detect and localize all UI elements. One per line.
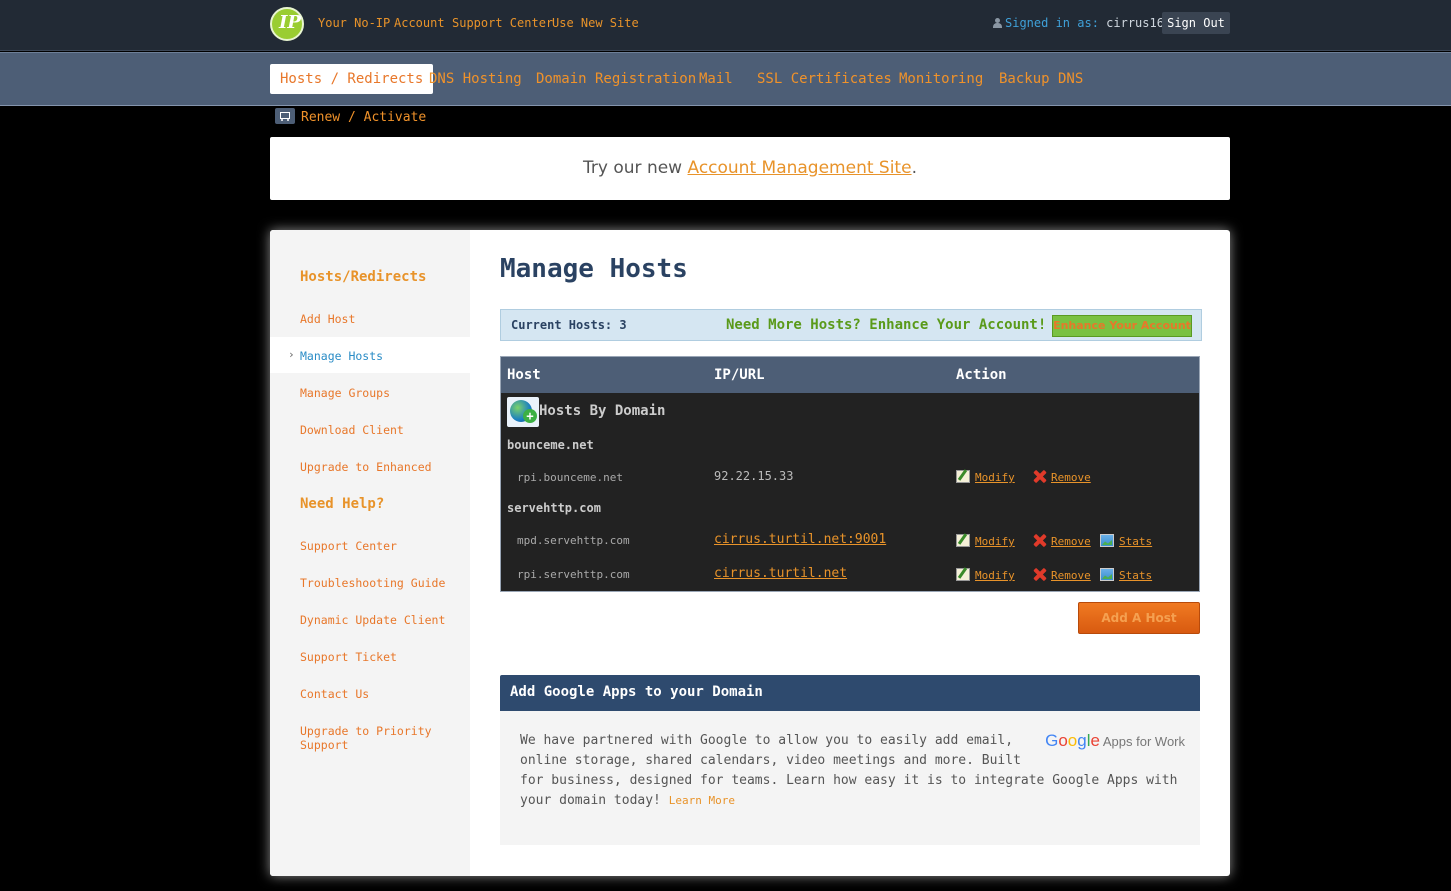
cart-icon	[275, 108, 295, 124]
remove-icon	[1032, 470, 1046, 483]
globe-add-icon	[507, 397, 539, 427]
sidebar-heading-help: Need Help?	[300, 496, 385, 512]
google-apps-title: Add Google Apps to your Domain	[510, 684, 763, 700]
sidebar-heading-hosts: Hosts/Redirects	[300, 269, 427, 285]
account-management-link[interactable]: Account Management Site	[687, 158, 911, 178]
tab-hosts-redirects[interactable]: Hosts / Redirects	[270, 64, 434, 94]
hosts-by-domain-heading: Hosts By Domain	[539, 403, 666, 419]
google-apps-logo: Google Apps for Work	[1045, 731, 1185, 750]
domain-group-label: servehttp.com	[507, 501, 601, 515]
tab-domain-registration[interactable]: Domain Registration	[536, 64, 696, 94]
remove-link[interactable]: Remove	[1032, 534, 1091, 548]
hosts-table: Host IP/URL Action Hosts By Domain bounc…	[500, 356, 1200, 592]
host-name: rpi.bounceme.net	[517, 471, 623, 484]
sidebar-item-troubleshooting[interactable]: Troubleshooting Guide	[300, 576, 445, 590]
column-header-action: Action	[956, 367, 1007, 383]
sidebar: › Hosts/Redirects Add Host Manage Hosts …	[270, 230, 470, 876]
main-panel: › Hosts/Redirects Add Host Manage Hosts …	[270, 230, 1230, 876]
column-header-ip-url: IP/URL	[714, 367, 765, 383]
renew-activate-link[interactable]: Renew / Activate	[275, 108, 426, 125]
page-title: Manage Hosts	[500, 254, 688, 284]
chevron-right-icon: ›	[288, 348, 295, 361]
tab-monitoring[interactable]: Monitoring	[899, 64, 983, 94]
sidebar-item-priority-support[interactable]: Upgrade to Priority Support	[300, 724, 470, 752]
sidebar-item-add-host[interactable]: Add Host	[300, 312, 355, 326]
host-url-link[interactable]: cirrus.turtil.net:9001	[714, 532, 886, 547]
edit-icon	[956, 534, 970, 547]
sidebar-item-contact-us[interactable]: Contact Us	[300, 687, 369, 701]
google-apps-header: Add Google Apps to your Domain	[500, 675, 1200, 711]
stats-icon	[1100, 534, 1114, 547]
current-hosts-count: Current Hosts: 3	[511, 318, 627, 332]
sidebar-item-manage-hosts[interactable]: Manage Hosts	[300, 349, 383, 363]
main-nav: Hosts / Redirects DNS Hosting Domain Reg…	[0, 52, 1451, 106]
stats-link[interactable]: Stats	[1100, 568, 1152, 582]
modify-link[interactable]: Modify	[956, 470, 1015, 484]
enhance-account-button[interactable]: Enhance Your Account	[1052, 315, 1192, 337]
table-header: Host IP/URL Action	[501, 357, 1199, 393]
noip-logo-icon[interactable]: IP	[270, 7, 304, 41]
host-name: mpd.servehttp.com	[517, 534, 630, 547]
tab-mail[interactable]: Mail	[699, 64, 733, 94]
nav-use-new-site[interactable]: Use New Site	[552, 16, 639, 30]
hosts-info-bar: Current Hosts: 3 Need More Hosts? Enhanc…	[500, 309, 1202, 341]
sign-out-button[interactable]: Sign Out	[1162, 12, 1230, 34]
remove-icon	[1032, 568, 1046, 581]
edit-icon	[956, 470, 970, 483]
column-header-host: Host	[507, 367, 541, 383]
user-icon	[993, 18, 1002, 28]
stats-link[interactable]: Stats	[1100, 534, 1152, 548]
signed-in-status: Signed in as: cirrus1690	[993, 16, 1178, 30]
google-apps-description: Google Apps for Work We have partnered w…	[520, 731, 1185, 808]
sidebar-item-download-client[interactable]: Download Client	[300, 423, 404, 437]
sidebar-item-manage-groups[interactable]: Manage Groups	[300, 386, 390, 400]
host-url-link[interactable]: cirrus.turtil.net	[714, 566, 847, 581]
add-host-button[interactable]: Add A Host	[1078, 602, 1200, 634]
sidebar-item-upgrade-enhanced[interactable]: Upgrade to Enhanced	[300, 460, 432, 474]
google-apps-body: Google Apps for Work We have partnered w…	[500, 711, 1200, 845]
modify-link[interactable]: Modify	[956, 534, 1015, 548]
remove-link[interactable]: Remove	[1032, 470, 1091, 484]
domain-group-label: bounceme.net	[507, 438, 594, 452]
modify-link[interactable]: Modify	[956, 568, 1015, 582]
learn-more-link[interactable]: Learn More	[669, 794, 735, 807]
need-more-hosts-text: Need More Hosts? Enhance Your Account!	[726, 317, 1047, 333]
sidebar-item-support-ticket[interactable]: Support Ticket	[300, 650, 397, 664]
nav-support-center[interactable]: Support Center	[452, 16, 553, 30]
host-ip: 92.22.15.33	[714, 469, 794, 483]
host-name: rpi.servehttp.com	[517, 568, 630, 581]
top-bar: IP Your No-IP Account Support Center Use…	[0, 0, 1451, 51]
sidebar-item-dynamic-update-client[interactable]: Dynamic Update Client	[300, 613, 445, 627]
nav-your-noip[interactable]: Your No-IP	[318, 16, 390, 30]
new-site-banner: Try our new Account Management Site.	[270, 137, 1230, 200]
nav-account[interactable]: Account	[394, 16, 445, 30]
stats-icon	[1100, 568, 1114, 581]
tab-ssl-certificates[interactable]: SSL Certificates	[757, 64, 892, 94]
sidebar-item-support-center[interactable]: Support Center	[300, 539, 397, 553]
edit-icon	[956, 568, 970, 581]
remove-link[interactable]: Remove	[1032, 568, 1091, 582]
tab-backup-dns[interactable]: Backup DNS	[999, 64, 1083, 94]
tab-dns-hosting[interactable]: DNS Hosting	[429, 64, 522, 94]
remove-icon	[1032, 534, 1046, 547]
google-logo-word: Google	[1045, 731, 1100, 750]
